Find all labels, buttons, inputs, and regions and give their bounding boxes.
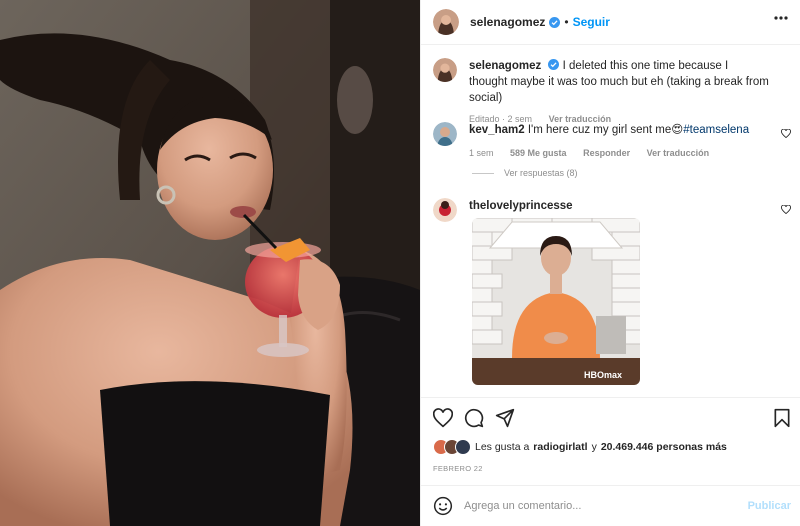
- author-username[interactable]: selenagomez: [470, 15, 545, 29]
- replies-divider: [472, 172, 494, 174]
- comment-username[interactable]: kev_ham2: [469, 124, 525, 136]
- comment-hashtag[interactable]: #teamselena: [683, 124, 749, 136]
- emoji-icon[interactable]: [433, 496, 453, 516]
- share-icon[interactable]: [495, 408, 515, 428]
- comment-like-icon[interactable]: [781, 205, 791, 214]
- view-replies-label[interactable]: Ver respuestas (8): [504, 168, 578, 178]
- caption-avatar[interactable]: [433, 58, 457, 82]
- caption-username[interactable]: selenagomez: [469, 60, 541, 72]
- heart-icon[interactable]: [433, 408, 453, 428]
- comment-like-icon[interactable]: [781, 129, 791, 138]
- caption: selenagomez I deleted this one time beca…: [433, 58, 769, 127]
- publish-button[interactable]: Publicar: [748, 500, 791, 512]
- comment-item: kev_ham2 I'm here cuz my girl sent me😍#t…: [433, 122, 759, 161]
- verified-icon: [549, 16, 561, 28]
- comment-gif[interactable]: HBOmax: [472, 218, 640, 385]
- post-actions: Les gusta a radiogirlatl y 20.469.446 pe…: [421, 397, 800, 473]
- comment-username[interactable]: thelovelyprincesse: [469, 200, 573, 212]
- comment-time: 1 sem: [469, 148, 494, 158]
- follow-button[interactable]: Seguir: [573, 15, 610, 29]
- more-icon[interactable]: [774, 16, 788, 20]
- photo-illustration: [0, 0, 420, 526]
- comment-translate-link[interactable]: Ver traducción: [647, 148, 710, 158]
- post-photo[interactable]: [0, 0, 420, 526]
- separator-dot: •: [564, 15, 569, 29]
- post-date: FEBRERO 22: [433, 464, 483, 473]
- add-comment-bar: Publicar: [421, 485, 800, 526]
- post-panel: selenagomez • Seguir selenagomez I delet…: [420, 0, 800, 526]
- likes-user[interactable]: radiogirlatl: [533, 441, 587, 453]
- likes-prefix: Les gusta a: [475, 441, 530, 453]
- comment-likes[interactable]: 589 Me gusta: [510, 148, 567, 158]
- commenter-avatar[interactable]: [433, 198, 457, 222]
- view-replies[interactable]: Ver respuestas (8): [472, 168, 578, 178]
- comment-input[interactable]: [464, 500, 744, 512]
- post-header: selenagomez • Seguir: [421, 0, 800, 45]
- gif-illustration: HBOmax: [472, 218, 640, 385]
- bookmark-icon[interactable]: [772, 408, 792, 428]
- verified-icon: [548, 59, 560, 70]
- author-avatar[interactable]: [433, 9, 459, 35]
- comment-icon[interactable]: [464, 408, 484, 428]
- comments-section[interactable]: selenagomez I deleted this one time beca…: [421, 46, 800, 396]
- comment-text: I'm here cuz my girl sent me😍: [527, 124, 684, 136]
- reply-button[interactable]: Responder: [583, 148, 630, 158]
- likes-joiner: y: [591, 441, 597, 453]
- likes-count[interactable]: 20.469.446 personas más: [601, 441, 727, 453]
- gif-watermark: HBOmax: [584, 370, 622, 380]
- instagram-post: selenagomez • Seguir selenagomez I delet…: [0, 0, 800, 526]
- liker-avatars: [433, 439, 473, 455]
- commenter-avatar[interactable]: [433, 122, 457, 146]
- likes-summary[interactable]: Les gusta a radiogirlatl y 20.469.446 pe…: [433, 439, 727, 455]
